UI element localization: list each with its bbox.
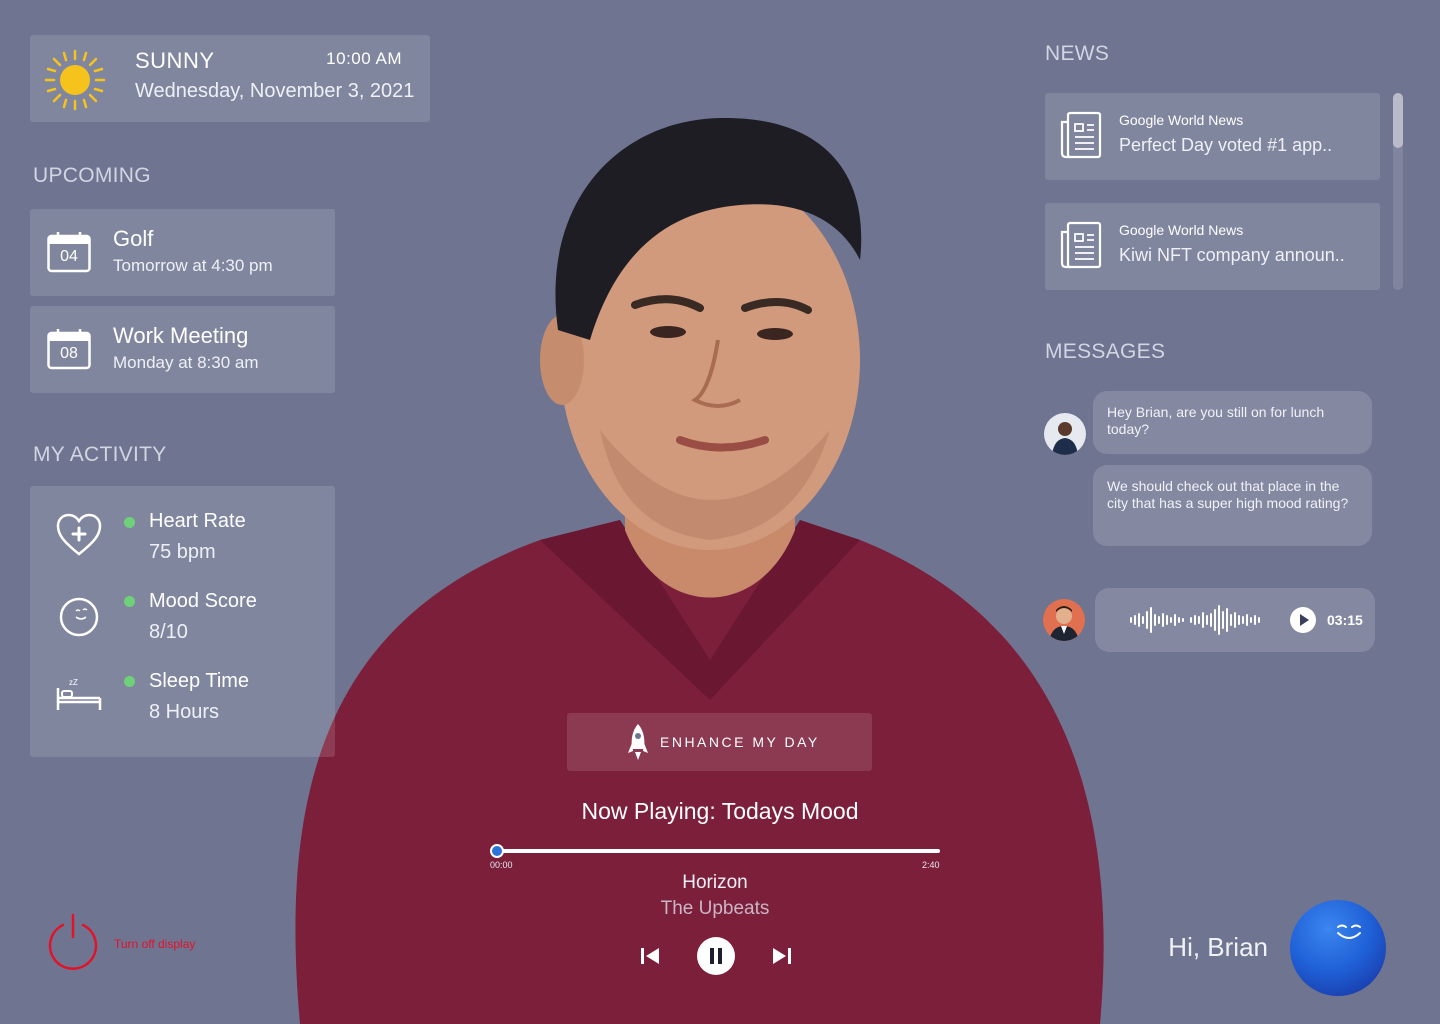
news-scrollbar-thumb[interactable] [1393,93,1403,148]
newspaper-icon [1060,221,1102,269]
upcoming-title: UPCOMING [33,164,151,187]
svg-text:zZ: zZ [69,678,78,687]
event-card-golf[interactable]: 04 Golf Tomorrow at 4:30 pm [30,209,335,296]
activity-label: Sleep Time [149,670,250,692]
voice-message[interactable]: 03:15 [1095,588,1375,652]
activity-label: Heart Rate [149,510,246,532]
assistant-orb-icon[interactable] [1289,899,1387,997]
status-dot [124,596,135,607]
event-time: Tomorrow at 4:30 pm [113,256,273,275]
now-playing-title: Now Playing: Todays Mood [581,798,859,824]
waveform-icon [1130,605,1260,635]
event-title: Work Meeting [113,323,249,348]
heart-plus-icon [56,513,102,556]
pause-icon[interactable] [696,936,736,976]
avatar[interactable] [1044,413,1086,455]
messages-title: MESSAGES [1045,340,1166,363]
elapsed-time: 00:00 [490,860,513,870]
next-track-icon[interactable] [771,945,793,967]
message-bubble: We should check out that place in the ci… [1093,465,1372,546]
news-item[interactable]: Google World News Kiwi NFT company annou… [1045,203,1380,290]
rocket-icon [628,724,648,760]
power-icon[interactable] [46,913,100,971]
event-day: 08 [60,345,78,362]
news-source: Google World News [1119,222,1244,238]
previous-track-icon[interactable] [639,945,661,967]
activity-card: Heart Rate 75 bpm Mood Score 8/10 zZ Sle… [30,486,335,757]
news-item[interactable]: Google World News Perfect Day voted #1 a… [1045,93,1380,180]
status-dot [124,517,135,528]
enhance-my-day-button[interactable]: ENHANCE MY DAY [567,713,872,771]
weather-card: SUNNY 10:00 AM Wednesday, November 3, 20… [30,35,430,122]
artist-name: The Upbeats [660,898,770,919]
status-dot [124,676,135,687]
enhance-label: ENHANCE MY DAY [660,734,820,750]
current-date: Wednesday, November 3, 2021 [135,80,415,102]
bed-icon: zZ [56,678,102,710]
turn-off-display-link[interactable]: Turn off display [114,937,195,951]
greeting: Hi, Brian [1168,932,1268,962]
event-day: 04 [60,248,78,265]
message-bubble: Hey Brian, are you still on for lunch to… [1093,391,1372,454]
activity-value: 8 Hours [149,701,220,723]
weather-condition: SUNNY [135,48,215,73]
event-title: Golf [113,226,154,251]
news-headline: Kiwi NFT company announ.. [1119,245,1345,265]
progress-bar[interactable] [497,849,940,853]
activity-label: Mood Score [149,590,257,612]
voice-duration: 03:15 [1327,612,1363,628]
song-title: Horizon [682,872,748,893]
play-icon[interactable] [1289,606,1317,634]
news-headline: Perfect Day voted #1 app.. [1119,135,1333,155]
activity-title: MY ACTIVITY [33,443,167,466]
avatar[interactable] [1043,599,1085,641]
activity-value: 8/10 [149,621,188,643]
news-title: NEWS [1045,42,1110,65]
sun-icon [44,49,106,111]
news-source: Google World News [1119,112,1244,128]
newspaper-icon [1060,111,1102,159]
total-time: 2:40 [922,860,940,870]
event-card-work-meeting[interactable]: 08 Work Meeting Monday at 8:30 am [30,306,335,393]
activity-value: 75 bpm [149,541,216,563]
event-time: Monday at 8:30 am [113,353,259,372]
smiley-icon [59,597,99,637]
current-time: 10:00 AM [326,49,402,68]
progress-knob[interactable] [490,844,504,858]
